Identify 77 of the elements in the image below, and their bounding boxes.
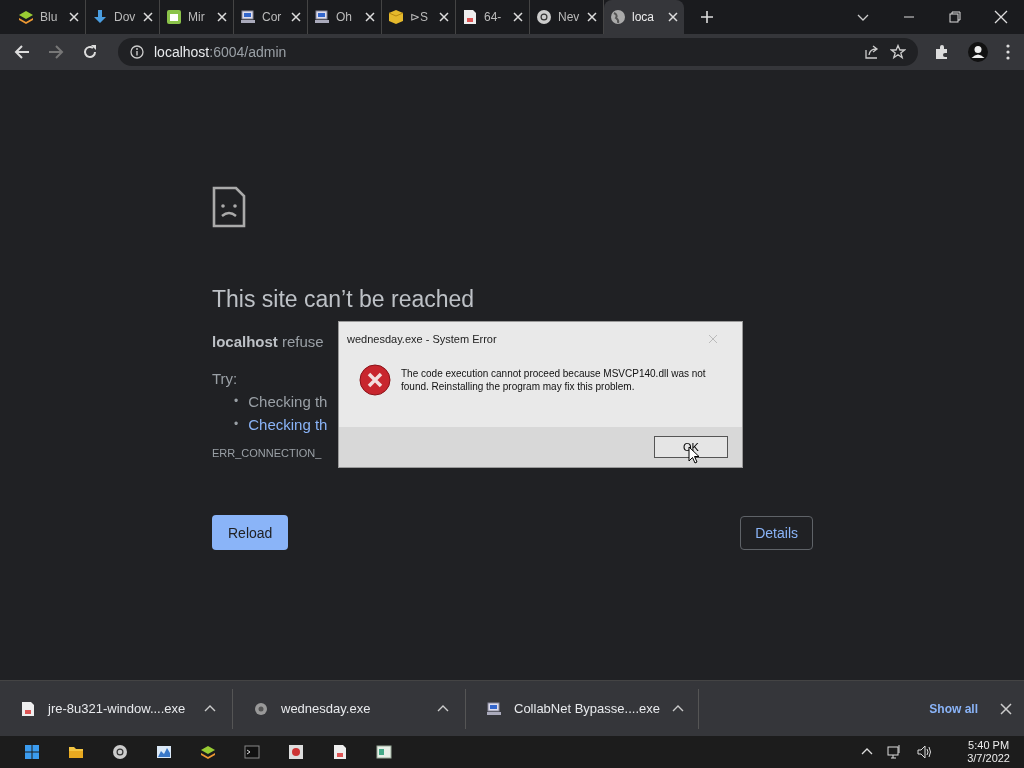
file-name: jre-8u321-window....exe <box>48 701 187 716</box>
window-icon[interactable] <box>376 744 392 760</box>
star-icon[interactable] <box>890 44 906 60</box>
error-icon <box>359 364 391 396</box>
chart-icon[interactable] <box>156 744 172 760</box>
app-icon[interactable] <box>288 744 304 760</box>
speaker-icon[interactable] <box>917 744 934 760</box>
tab-title: loca <box>632 10 655 24</box>
details-button[interactable]: Details <box>740 516 813 550</box>
info-icon[interactable] <box>130 45 144 59</box>
new-tab-icon[interactable] <box>700 10 714 24</box>
share-icon[interactable] <box>864 44 880 60</box>
download-item[interactable]: jre-8u321-window....exe <box>0 688 233 729</box>
tab-title: 64- <box>484 10 503 24</box>
download-item[interactable]: CollabNet Bypasse....exe <box>466 688 699 729</box>
sad-page-icon <box>212 186 246 228</box>
close-icon[interactable] <box>365 12 375 22</box>
address-bar[interactable]: localhost:6004/admin <box>118 38 918 66</box>
layers-icon[interactable] <box>200 744 216 760</box>
bullet: • <box>234 393 239 410</box>
tab-title: ⊳S <box>410 10 429 24</box>
computer-icon <box>240 9 256 25</box>
close-icon[interactable] <box>143 12 153 22</box>
show-all-link[interactable]: Show all <box>921 697 986 720</box>
close-icon[interactable] <box>217 12 227 22</box>
close-icon[interactable] <box>439 12 449 22</box>
download-item[interactable]: wednesday.exe <box>233 688 466 729</box>
reload-button[interactable]: Reload <box>212 515 289 550</box>
error-heading: This site can’t be reached <box>212 286 475 313</box>
suggestion-link[interactable]: Checking th <box>248 416 328 433</box>
clock-time: 5:40 PM <box>968 739 1010 752</box>
puzzle-icon[interactable] <box>934 44 950 60</box>
arrow-icon <box>92 9 108 25</box>
close-icon <box>708 334 718 344</box>
document-icon <box>462 9 478 25</box>
close-icon[interactable] <box>291 12 301 22</box>
close-icon[interactable] <box>513 12 523 22</box>
dialog-message: The code execution cannot proceed because MSVCP140.dll was not found. Reinstalling the program may fix this problem. <box>401 367 707 393</box>
globe-icon <box>610 9 626 25</box>
back-icon[interactable] <box>14 44 30 60</box>
document-icon <box>20 700 36 717</box>
tab-title: Oh <box>336 10 353 24</box>
profile-icon[interactable] <box>968 42 988 62</box>
tab-title: Cor <box>262 10 283 24</box>
url-text: localhost:6004/admin <box>154 44 287 60</box>
folder-icon[interactable] <box>68 744 84 760</box>
restore-icon[interactable] <box>948 10 962 24</box>
ok-button[interactable]: OK <box>654 436 728 458</box>
close-icon[interactable] <box>994 10 1008 24</box>
document-icon[interactable] <box>332 744 348 760</box>
dialog-title: wednesday.exe - System Error <box>347 333 497 345</box>
layers-icon <box>18 9 34 25</box>
tab-title: Blu <box>40 10 59 24</box>
close-icon[interactable] <box>668 12 678 22</box>
close-icon[interactable] <box>1000 702 1012 715</box>
menu-icon[interactable] <box>1006 44 1010 60</box>
close-icon[interactable] <box>69 12 79 22</box>
terminal-icon[interactable] <box>244 744 260 760</box>
tab-title: Nev <box>558 10 581 24</box>
clock-date: 3/7/2022 <box>967 752 1010 765</box>
tab-title: Mir <box>188 10 206 24</box>
computer-icon <box>314 9 330 25</box>
computer-icon <box>486 700 502 717</box>
forward-icon <box>48 44 64 60</box>
bullet: • <box>234 416 239 433</box>
error-message: localhost refuse <box>212 333 324 350</box>
try-label: Try: <box>212 370 238 387</box>
tab-title: Dov <box>114 10 137 24</box>
windows-icon[interactable] <box>24 744 40 760</box>
file-name: wednesday.exe <box>281 701 372 716</box>
suggestion-text: Checking th <box>248 393 328 410</box>
cube-icon <box>388 9 404 25</box>
error-code: ERR_CONNECTION_ <box>212 447 322 459</box>
reload-icon[interactable] <box>82 44 98 60</box>
close-icon[interactable] <box>587 12 597 22</box>
file-name: CollabNet Bypasse....exe <box>514 701 660 716</box>
browser-tab[interactable]: loca <box>604 0 684 34</box>
